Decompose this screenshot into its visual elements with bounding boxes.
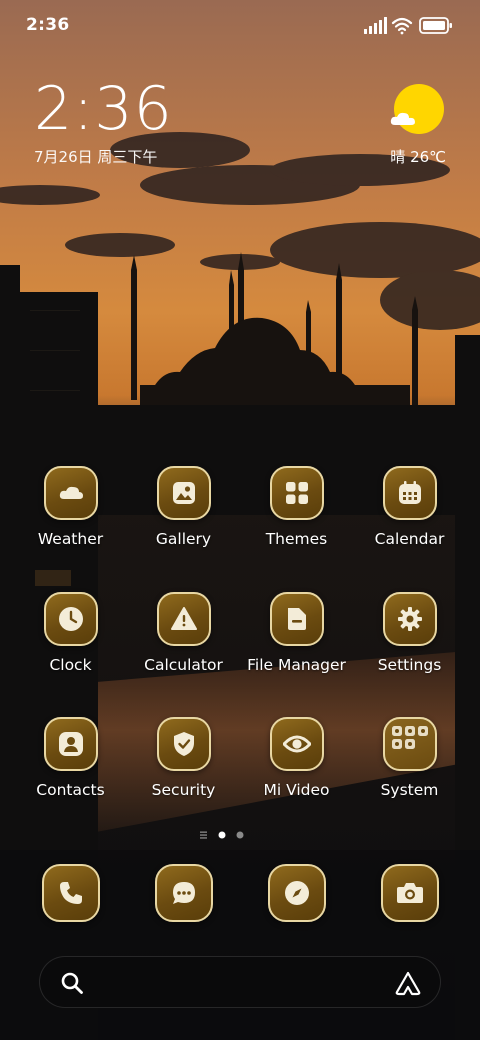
- camera-icon: [396, 883, 423, 903]
- calculator-icon: [170, 607, 197, 630]
- app-weather[interactable]: Weather: [14, 466, 127, 548]
- app-label: Gallery: [155, 530, 212, 548]
- weather-icon: [59, 486, 83, 499]
- app-label: Clock: [49, 656, 92, 674]
- browser-app-tile: [267, 864, 326, 922]
- wifi-icon: [391, 17, 413, 35]
- battery-icon: [419, 17, 452, 34]
- phone-icon: [59, 882, 82, 904]
- dock-browser[interactable]: [240, 864, 353, 922]
- app-file-manager[interactable]: File Manager: [240, 592, 353, 674]
- search-input[interactable]: [100, 971, 384, 997]
- dock-camera[interactable]: [353, 864, 466, 922]
- file-manager-app-tile: [269, 592, 324, 646]
- calendar-icon: [398, 481, 421, 504]
- app-label: Weather: [37, 530, 104, 548]
- security-icon: [173, 732, 194, 756]
- app-label: Themes: [265, 530, 328, 548]
- app-clock[interactable]: Clock: [14, 592, 127, 674]
- clock-icon: [58, 607, 83, 631]
- page-dot: [236, 831, 244, 839]
- settings-icon: [397, 607, 422, 631]
- app-label: Calculator: [144, 656, 223, 674]
- app-system-folder[interactable]: System: [353, 717, 466, 799]
- search-icon: [61, 972, 83, 994]
- calculator-app-tile: [156, 592, 211, 646]
- contacts-icon: [58, 732, 83, 756]
- status-bar: 2:36: [0, 0, 480, 52]
- app-gallery[interactable]: Gallery: [127, 466, 240, 548]
- themes-app-tile: [269, 466, 324, 520]
- search-bar[interactable]: [39, 956, 441, 1008]
- security-app-tile: [156, 717, 211, 771]
- app-themes[interactable]: Themes: [240, 466, 353, 548]
- gallery-app-tile: [156, 466, 211, 520]
- sunny-cloud-icon: [394, 84, 444, 134]
- contacts-app-tile: [43, 717, 98, 771]
- cloud-icon: [390, 112, 415, 125]
- status-time: 2:36: [26, 15, 70, 35]
- page-dot-active: [218, 831, 226, 839]
- clock-app-tile: [43, 592, 98, 646]
- settings-app-tile: [382, 592, 437, 646]
- clock-time: 2:36: [34, 74, 173, 144]
- clock-widget[interactable]: 2:36 7月26日 周三下午: [34, 78, 173, 167]
- app-calendar[interactable]: Calendar: [353, 466, 466, 548]
- messages-icon: [172, 882, 195, 904]
- app-mi-video[interactable]: Mi Video: [240, 717, 353, 799]
- browser-icon: [284, 881, 309, 905]
- assistant-icon[interactable]: [394, 970, 422, 996]
- themes-icon: [285, 482, 308, 504]
- system-folder-tile: [382, 717, 437, 771]
- mi-video-icon: [282, 735, 311, 753]
- app-label: File Manager: [247, 656, 346, 674]
- app-label: Settings: [377, 656, 442, 674]
- system-folder-icon: [391, 726, 428, 749]
- weather-app-tile: [43, 466, 98, 520]
- messages-app-tile: [154, 864, 213, 922]
- file-manager-icon: [287, 608, 306, 630]
- app-label: System: [380, 781, 439, 799]
- phone-app-tile: [41, 864, 100, 922]
- dock-phone[interactable]: [14, 864, 127, 922]
- calendar-app-tile: [382, 466, 437, 520]
- app-calculator[interactable]: Calculator: [127, 592, 240, 674]
- clock-date: 7月26日 周三下午: [34, 148, 158, 166]
- signal-icon: [364, 17, 387, 34]
- app-label: Security: [151, 781, 216, 799]
- dock-messages[interactable]: [127, 864, 240, 922]
- mi-video-app-tile: [269, 717, 324, 771]
- app-settings[interactable]: Settings: [353, 592, 466, 674]
- status-icons: [364, 17, 452, 35]
- gallery-icon: [172, 482, 195, 504]
- menu-lines-icon: [200, 831, 207, 839]
- app-security[interactable]: Security: [127, 717, 240, 799]
- page-indicator[interactable]: [0, 829, 480, 841]
- camera-app-tile: [380, 864, 439, 922]
- dock: [14, 864, 466, 922]
- app-label: Calendar: [374, 530, 445, 548]
- weather-text: 晴 26℃: [390, 148, 446, 166]
- app-label: Contacts: [36, 781, 105, 799]
- app-contacts[interactable]: Contacts: [14, 717, 127, 799]
- app-label: Mi Video: [263, 781, 330, 799]
